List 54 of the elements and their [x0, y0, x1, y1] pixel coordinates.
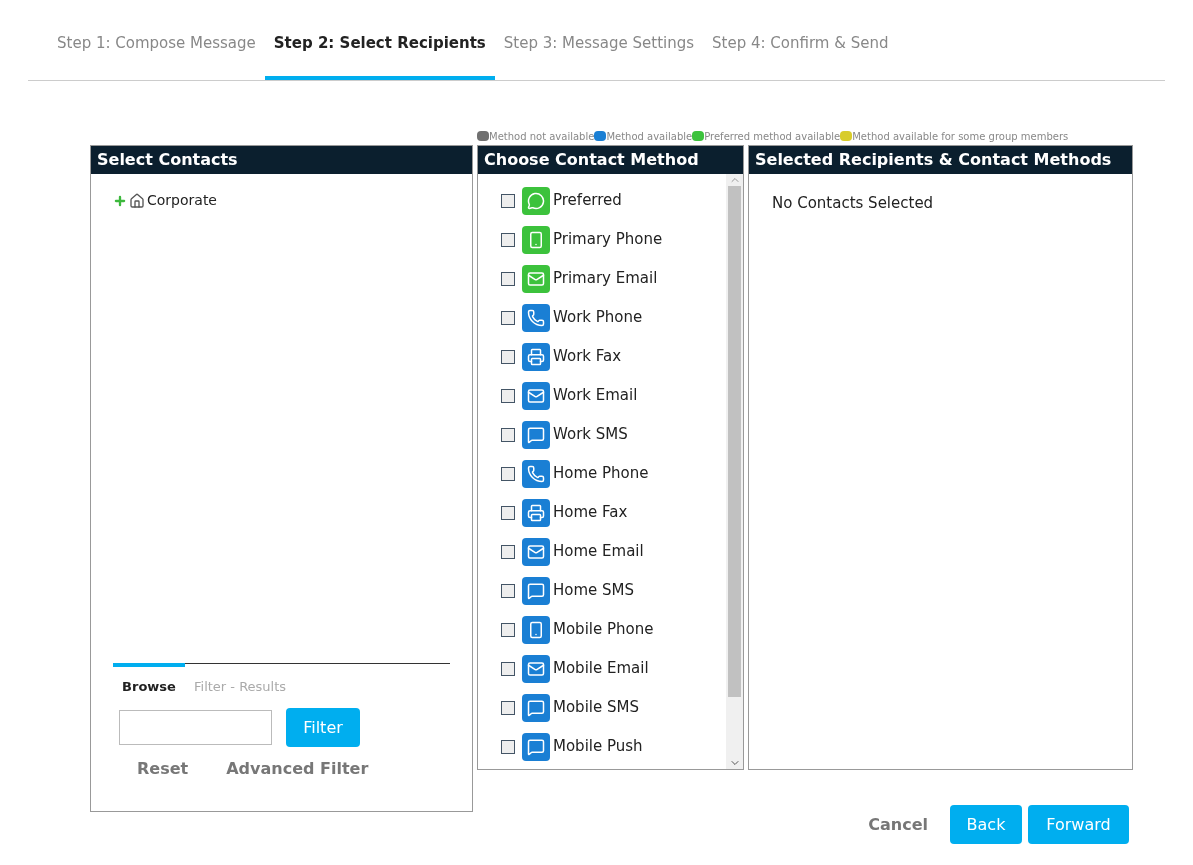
- checkbox[interactable]: [501, 193, 515, 208]
- checkbox[interactable]: [501, 583, 515, 598]
- reset-link[interactable]: Reset: [137, 757, 189, 781]
- legend-label: Preferred method available: [704, 129, 841, 144]
- panel-header: Choose Contact Method: [478, 146, 743, 174]
- checkbox[interactable]: [501, 232, 515, 247]
- method-label: Primary Phone: [553, 229, 663, 251]
- method-label: Home Fax: [553, 502, 628, 524]
- browse-tab[interactable]: Browse: [113, 662, 185, 696]
- checkbox[interactable]: [501, 661, 515, 676]
- back-button[interactable]: Back: [950, 805, 1022, 844]
- checkbox[interactable]: [501, 466, 515, 481]
- method-label: Preferred: [553, 190, 622, 212]
- method-label: Work Phone: [553, 307, 643, 329]
- checkbox[interactable]: [501, 700, 515, 715]
- checkbox[interactable]: [501, 622, 515, 637]
- checkbox[interactable]: [501, 349, 515, 364]
- house-icon: [129, 192, 145, 209]
- method-label: Work Email: [553, 385, 638, 407]
- expand-icon[interactable]: [113, 193, 127, 208]
- method-label: Mobile SMS: [553, 697, 639, 719]
- method-label: Mobile Phone: [553, 619, 654, 641]
- checkbox[interactable]: [501, 427, 515, 442]
- checkbox[interactable]: [501, 544, 515, 559]
- legend-label: Method not available: [489, 129, 595, 144]
- checkbox[interactable]: [501, 739, 515, 754]
- browse-tab[interactable]: Filter - Results: [185, 662, 296, 696]
- method-label: Work Fax: [553, 346, 622, 368]
- empty-message: No Contacts Selected: [772, 193, 935, 214]
- step-tab[interactable]: Step 1: Compose Message: [48, 0, 265, 80]
- step-tab[interactable]: Step 2: Select Recipients: [264, 0, 495, 80]
- forward-button[interactable]: Forward: [1028, 805, 1129, 844]
- method-label: Home SMS: [553, 580, 635, 602]
- filter-input[interactable]: [119, 710, 272, 745]
- tree-item[interactable]: Corporate: [147, 190, 217, 211]
- method-label: Primary Email: [553, 268, 658, 290]
- cancel-button[interactable]: Cancel: [868, 812, 928, 837]
- checkbox[interactable]: [501, 505, 515, 520]
- method-label: Mobile Email: [553, 658, 649, 680]
- panel-header: Selected Recipients & Contact Methods: [749, 146, 1132, 174]
- method-label: Home Email: [553, 541, 644, 563]
- checkbox[interactable]: [501, 310, 515, 325]
- step-tab[interactable]: Step 4: Confirm & Send: [703, 0, 898, 80]
- method-label: Home Phone: [553, 463, 649, 485]
- filter-button[interactable]: Filter: [286, 708, 360, 747]
- panel-header: Select Contacts: [91, 146, 472, 174]
- method-label: Mobile Push: [553, 736, 643, 758]
- advanced-filter-link[interactable]: Advanced Filter: [226, 757, 369, 781]
- checkbox[interactable]: [501, 271, 515, 286]
- step-tab[interactable]: Step 3: Message Settings: [494, 0, 704, 80]
- legend-label: Method available: [606, 129, 693, 144]
- legend-label: Method available for some group members: [852, 129, 1069, 144]
- checkbox[interactable]: [501, 388, 515, 403]
- method-label: Work SMS: [553, 424, 628, 446]
